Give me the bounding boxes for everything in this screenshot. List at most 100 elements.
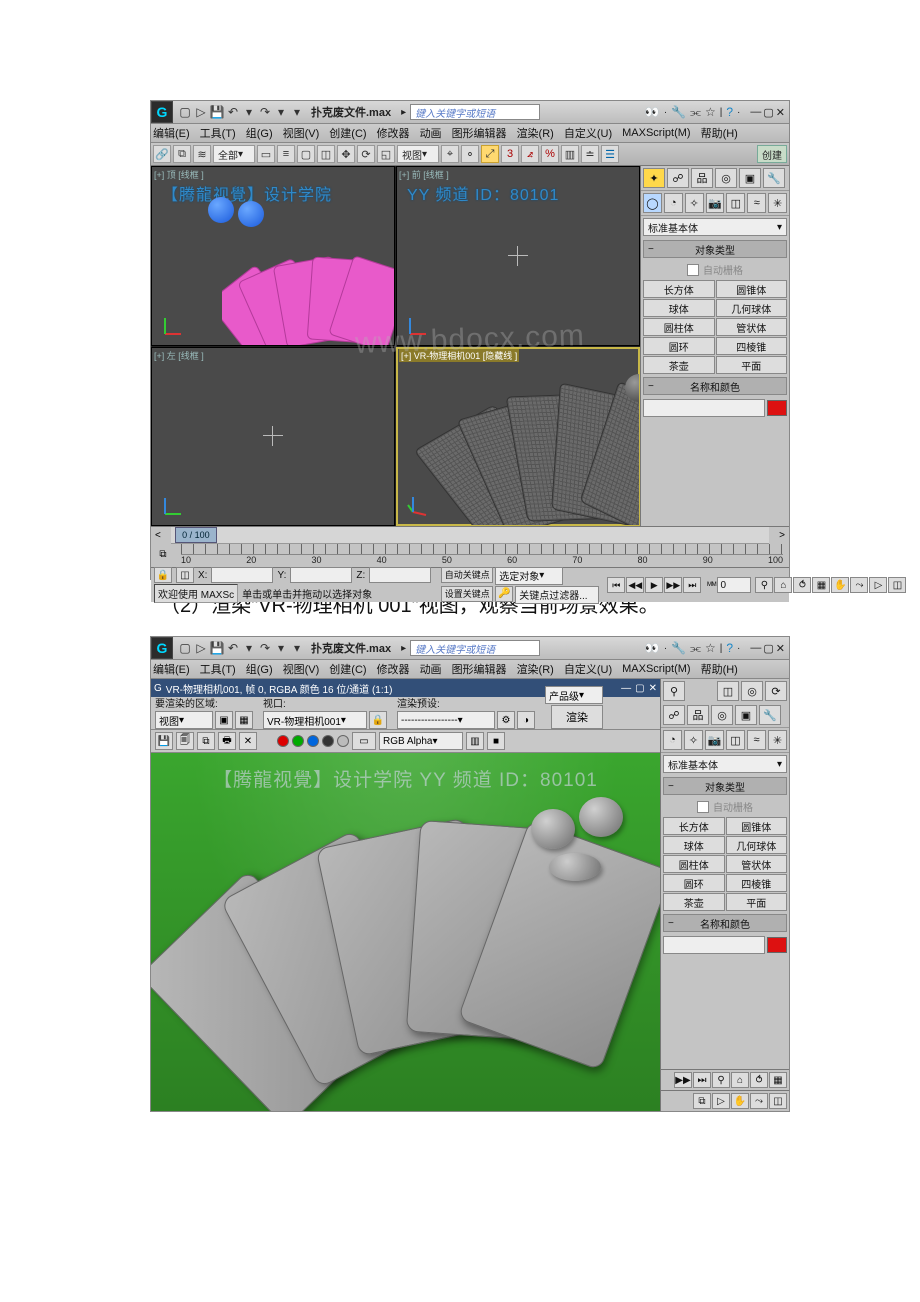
lights-icon[interactable]: ✧ (684, 730, 703, 750)
object-name-input[interactable] (663, 936, 765, 954)
modify-tab-icon[interactable]: ☍ (667, 168, 689, 188)
menu-graph-editors[interactable]: 图形编辑器 (452, 661, 507, 677)
production-select[interactable]: 产品级 ▾ (545, 686, 603, 704)
zoom-all-icon[interactable]: ⌂ (774, 577, 792, 593)
pan-icon[interactable]: ✋ (831, 577, 849, 593)
key-filter-button[interactable]: 关键点过滤器... (515, 586, 599, 604)
maximize-button[interactable]: ▢ (763, 642, 773, 655)
toggle-overlay-icon[interactable]: ▭ (352, 732, 376, 750)
more-icon[interactable]: ▾ (289, 640, 305, 656)
menu-create[interactable]: 创建(C) (329, 661, 366, 677)
menu-rendering[interactable]: 渲染(R) (517, 661, 554, 677)
menu-animation[interactable]: 动画 (420, 125, 442, 141)
geosphere-button[interactable]: 几何球体 (716, 299, 788, 317)
utilities-tab-icon[interactable]: 🔧 (763, 168, 785, 188)
menu-help[interactable]: 帮助(H) (701, 125, 738, 141)
viewport-select[interactable]: VR-物理相机001 ▾ (263, 711, 367, 729)
chevron-down-icon[interactable]: ▾ (241, 640, 257, 656)
fov-icon[interactable]: ▷ (869, 577, 887, 593)
spanner-icon[interactable]: 🔧 (671, 105, 686, 119)
helpers-icon[interactable]: ◫ (726, 193, 745, 213)
maximize-button[interactable]: ▢ (763, 106, 773, 119)
search-input[interactable]: 键入关键字或短语 (410, 640, 540, 656)
cone-button[interactable]: 圆锥体 (726, 817, 788, 835)
open-icon[interactable]: ▷ (193, 104, 209, 120)
key-target-select[interactable]: 选定对象 ▾ (495, 567, 563, 585)
key-icon[interactable]: 🔑 (495, 586, 513, 602)
ref-coord-select[interactable]: 视图 ▾ (397, 145, 439, 163)
time-config-icon[interactable]: ⌂ (731, 1072, 749, 1088)
walk-icon[interactable]: ⤳ (850, 577, 868, 593)
next-frame-icon[interactable]: ▶▶ (674, 1072, 692, 1088)
mirror-icon[interactable]: ▥ (561, 145, 579, 163)
timeline-ruler[interactable] (181, 544, 783, 555)
select-name-icon[interactable]: ≡ (277, 145, 295, 163)
name-color-rollout[interactable]: 名称和颜色 (643, 377, 787, 395)
motion-tab-icon[interactable]: ◎ (711, 705, 733, 725)
auto-grid-checkbox[interactable] (687, 264, 699, 276)
search-input[interactable]: 键入关键字或短语 (410, 104, 540, 120)
motion-tab-icon[interactable]: ◎ (715, 168, 737, 188)
object-type-rollout[interactable]: 对象类型 (643, 240, 787, 258)
menu-edit[interactable]: 编辑(E) (153, 125, 190, 141)
minimize-button[interactable]: — (750, 106, 761, 119)
category-select[interactable]: 标准基本体▾ (663, 755, 787, 773)
isolate-icon[interactable]: ◫ (176, 567, 194, 583)
selection-filter[interactable]: 全部 ▾ (213, 145, 255, 163)
menu-modifiers[interactable]: 修改器 (377, 125, 410, 141)
help-icon[interactable]: ? (726, 641, 733, 655)
set-key-button[interactable]: 设置关键点 (441, 586, 493, 602)
menu-tools[interactable]: 工具(T) (200, 661, 236, 677)
link-icon[interactable]: 🔗 (153, 145, 171, 163)
menu-modifiers[interactable]: 修改器 (377, 661, 410, 677)
save-icon[interactable]: 💾 (209, 640, 225, 656)
pyramid-button[interactable]: 四棱锥 (726, 874, 788, 892)
box-button[interactable]: 长方体 (643, 280, 715, 298)
move-icon[interactable]: ✥ (337, 145, 355, 163)
display-tab-icon[interactable]: ▣ (739, 168, 761, 188)
auto-grid-checkbox[interactable] (697, 801, 709, 813)
chevron-down-icon[interactable]: ▾ (273, 104, 289, 120)
menu-views[interactable]: 视图(V) (283, 125, 320, 141)
viewport-left[interactable]: [+] 左 [线框 ] (151, 347, 395, 527)
menu-views[interactable]: 视图(V) (283, 661, 320, 677)
snap-icon[interactable]: ⚬ (461, 145, 479, 163)
viewport-front[interactable]: [+] 前 [线框 ] YY 频道 ID：80101 (396, 166, 640, 346)
chevron-down-icon[interactable]: ▾ (241, 104, 257, 120)
minimize-button[interactable]: — (750, 642, 761, 655)
alpha-channel-toggle[interactable] (322, 735, 334, 747)
object-color-swatch[interactable] (767, 400, 787, 416)
create-tab-icon[interactable]: ✦ (643, 168, 665, 188)
key-mode-icon[interactable]: ⚲ (712, 1072, 730, 1088)
shapes-icon[interactable]: ◔ (663, 730, 682, 750)
window-crossing-icon[interactable]: ◫ (317, 145, 335, 163)
undo-icon[interactable]: ↶ (225, 104, 241, 120)
lights-icon[interactable]: ✧ (685, 193, 704, 213)
current-frame-field[interactable]: 0 (717, 577, 751, 593)
shapes-icon[interactable]: ◔ (664, 193, 683, 213)
teapot-button[interactable]: 茶壶 (663, 893, 725, 911)
edit-region-icon[interactable]: ▦ (235, 711, 253, 729)
mono-channel-toggle[interactable] (337, 735, 349, 747)
binoculars-icon[interactable]: 👀 (645, 641, 660, 655)
new-icon[interactable]: ▢ (177, 640, 193, 656)
link-icon[interactable]: ⫘ (690, 641, 701, 656)
goto-end-icon[interactable]: ⏭ (683, 577, 701, 593)
green-channel-toggle[interactable] (292, 735, 304, 747)
close-button[interactable]: ✕ (776, 642, 785, 655)
viewport-top[interactable]: [+] 顶 [线框 ] 【腾龍视覺】设计学院 (151, 166, 395, 346)
env-icon[interactable]: ◑ (517, 711, 535, 729)
tool-icon[interactable]: ⚲ (663, 681, 685, 701)
tool-icon[interactable]: ◫ (717, 681, 739, 701)
snap-angle-icon[interactable]: ⦨ (521, 145, 539, 163)
cylinder-button[interactable]: 圆柱体 (643, 318, 715, 336)
lock-viewport-icon[interactable]: 🔒 (369, 711, 387, 729)
cylinder-button[interactable]: 圆柱体 (663, 855, 725, 873)
layers-icon[interactable]: ☰ (601, 145, 619, 163)
hierarchy-tab-icon[interactable]: 品 (687, 705, 709, 725)
menu-tools[interactable]: 工具(T) (200, 125, 236, 141)
sphere-button[interactable]: 球体 (663, 836, 725, 854)
align-icon[interactable]: ≐ (581, 145, 599, 163)
name-color-rollout[interactable]: 名称和颜色 (663, 914, 787, 932)
spanner-icon[interactable]: 🔧 (671, 641, 686, 655)
